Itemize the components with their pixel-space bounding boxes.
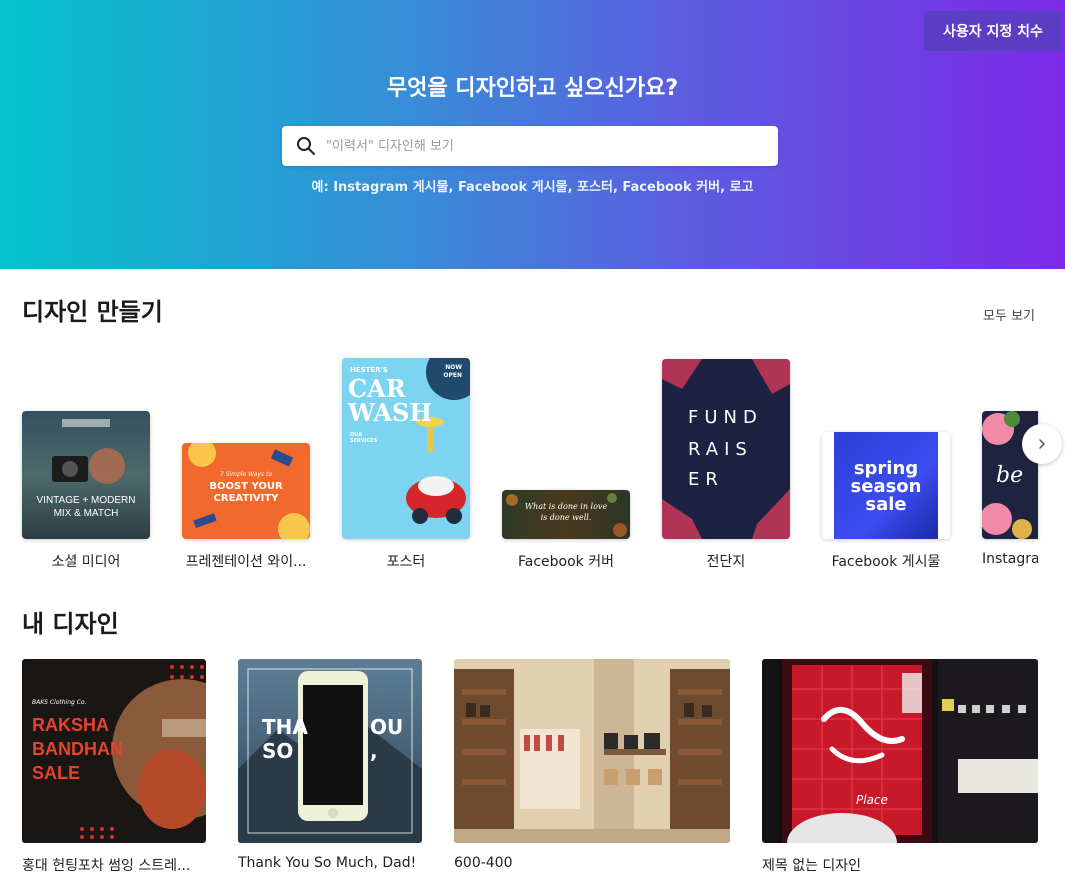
search-bar[interactable] — [282, 126, 778, 166]
search-icon — [297, 137, 315, 155]
chevron-right-icon — [1039, 439, 1045, 449]
hero-title: 무엇을 디자인하고 싶으신가요? — [386, 76, 679, 101]
design-1-thumb-line2: BANDHAN — [32, 739, 123, 759]
example-link-logo[interactable]: 로고 — [730, 180, 754, 195]
presentation-thumb-line2: CREATIVITY — [213, 493, 279, 504]
design-2-thumb-line1: THA — [262, 715, 308, 739]
design-3-thumbnail — [454, 659, 730, 843]
my-designs-title: 내 디자인 — [22, 610, 119, 638]
design-1-thumb-line1: RAKSHA — [32, 715, 110, 735]
poster-thumb-hesters: HESTER'S — [350, 366, 388, 374]
facebook-cover-thumb-line1: What is done in love — [524, 502, 608, 511]
design-label-3: 600-400 — [454, 855, 513, 871]
see-all-link[interactable]: 모두 보기 — [983, 305, 1035, 324]
poster-thumb-open: OPEN — [443, 372, 462, 379]
example-link-instagram-post[interactable]: Instagram 게시물 — [333, 180, 448, 195]
search-examples: 예: Instagram 게시물, Facebook 게시물, 포스터, Fac… — [311, 180, 754, 195]
design-2-thumb-line4: , — [370, 739, 378, 763]
design-1-thumb-brand: BAKS Clothing Co. — [32, 699, 87, 706]
example-link-facebook-cover[interactable]: Facebook 커버 — [622, 180, 720, 195]
template-social-media[interactable]: VINTAGE + MODERN MIX & MATCH — [22, 411, 150, 539]
template-label-social-media: 소셜 미디어 — [51, 554, 121, 570]
template-presentation[interactable]: 7 Simple Ways to BOOST YOUR CREATIVITY — [182, 443, 310, 539]
design-card-4[interactable]: Place — [762, 659, 1038, 843]
poster-thumb-wash: WASH — [348, 398, 433, 427]
design-label-2: Thank You So Much, Dad! — [238, 855, 417, 871]
flyer-thumb-line1: FUND — [688, 407, 763, 428]
template-label-facebook-cover: Facebook 커버 — [518, 554, 614, 570]
facebook-cover-thumb-line2: is done well. — [540, 513, 592, 522]
template-label-facebook-post: Facebook 게시물 — [831, 554, 941, 570]
custom-size-button[interactable]: 사용자 지정 치수 — [924, 11, 1062, 51]
template-facebook-post[interactable]: spring season sale — [822, 432, 950, 539]
design-card-2[interactable]: THA OU SO , — [238, 659, 422, 843]
example-link-poster[interactable]: 포스터 — [577, 180, 613, 195]
template-label-poster: 포스터 — [386, 554, 426, 570]
template-poster[interactable]: HESTER'S NOW OPEN CAR WASH OUR SERVICES — [342, 358, 470, 539]
flyer-thumb-line2: RAIS — [688, 439, 753, 460]
presentation-thumb-line3: 7 Simple Ways to — [219, 471, 272, 478]
social-media-thumbnail — [52, 419, 125, 484]
template-label-flyer: 전단지 — [706, 554, 746, 570]
instagram-thumb-line1: be — [996, 463, 1024, 488]
facebook-post-thumb-line3: sale — [865, 494, 907, 515]
design-label-1: 홍대 헌팅포차 썸잉 스트레... — [22, 858, 191, 874]
template-label-presentation: 프레젠테이션 와이... — [185, 554, 307, 570]
design-2-thumb-line3: SO — [262, 739, 294, 763]
example-link-facebook-post[interactable]: Facebook 게시물 — [458, 180, 568, 195]
flyer-thumb-line3: ER — [688, 469, 724, 490]
hero-banner: 사용자 지정 치수 무엇을 디자인하고 싶으신가요? 예: Instagram … — [0, 0, 1065, 269]
design-4-thumbnail — [782, 659, 1038, 843]
social-media-thumb-line1: VINTAGE + MODERN — [36, 495, 136, 506]
design-card-3[interactable] — [454, 659, 730, 843]
presentation-thumb-line1: BOOST YOUR — [209, 481, 283, 492]
design-2-thumb-line2: OU — [370, 715, 404, 739]
create-design-title: 디자인 만들기 — [22, 298, 163, 326]
design-card-1[interactable]: BAKS Clothing Co. RAKSHA BANDHAN SALE — [22, 659, 206, 843]
template-label-instagram: Instagra — [982, 551, 1038, 567]
design-4-thumb-place: Place — [856, 793, 888, 807]
design-label-4: 제목 없는 디자인 — [762, 858, 862, 874]
carousel-next-button[interactable] — [1022, 424, 1062, 464]
design-1-thumb-line3: SALE — [32, 763, 81, 783]
social-media-thumb-line2: MIX & MATCH — [53, 508, 119, 519]
poster-thumb-services: OUR SERVICES — [350, 432, 378, 444]
poster-thumb-now: NOW — [445, 364, 462, 371]
examples-prefix: 예: — [311, 180, 329, 195]
search-input[interactable] — [326, 138, 766, 154]
template-flyer[interactable]: FUND RAIS ER — [662, 359, 790, 539]
template-facebook-cover[interactable]: What is done in love is done well. — [502, 490, 630, 539]
